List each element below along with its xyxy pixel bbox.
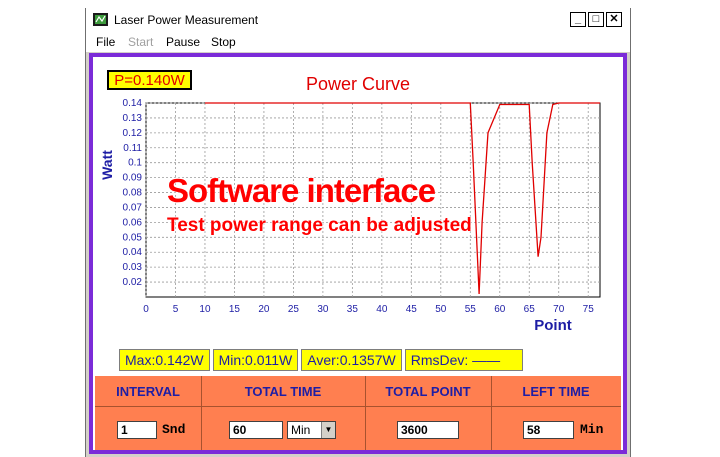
menu-stop[interactable]: Stop	[211, 35, 236, 49]
total-time-header: TOTAL TIME	[244, 384, 322, 399]
x-tick-label: 10	[199, 304, 211, 315]
close-button[interactable]: ✕	[606, 12, 622, 27]
y-tick-label: 0.09	[123, 173, 143, 184]
overlay-headline: Software interface	[167, 172, 436, 209]
control-panel: INTERVAL TOTAL TIME TOTAL POINT LEFT TIM…	[95, 376, 621, 450]
y-tick-label: 0.02	[123, 277, 143, 288]
stat-rmsdev: RmsDev: ——	[404, 349, 523, 371]
menu-bar: File Start Pause Stop	[86, 33, 630, 52]
app-icon	[93, 13, 108, 26]
y-tick-label: 0.03	[123, 262, 143, 273]
y-tick-label: 0.06	[123, 217, 143, 228]
power-readout: P=0.140W	[107, 70, 192, 90]
measurement-panel: 0 5 10 15 20 25 30 35 40 45 50 55 60 65 70 75 0.02 0.03 0.…	[89, 53, 627, 454]
menu-file[interactable]: File	[96, 35, 115, 49]
menu-pause[interactable]: Pause	[166, 35, 200, 49]
x-tick-label: 50	[435, 304, 447, 315]
time-unit-value: Min	[291, 423, 311, 437]
stat-aver: Aver:0.1357W	[301, 349, 402, 371]
y-axis-label: Watt	[99, 150, 115, 180]
x-tick-label: 5	[173, 304, 179, 315]
chart-title: Power Curve	[306, 74, 410, 94]
maximize-button[interactable]: □	[588, 12, 604, 27]
total-point-header: TOTAL POINT	[385, 384, 471, 399]
overlay-subline: Test power range can be adjusted	[167, 215, 472, 236]
y-tick-label: 0.1	[128, 158, 142, 169]
x-tick-label: 55	[465, 304, 477, 315]
x-axis-label: Point	[534, 317, 572, 334]
app-window: Laser Power Measurement _ □ ✕ File Start…	[85, 8, 631, 457]
x-tick-label: 0	[143, 304, 149, 315]
title-bar: Laser Power Measurement _ □ ✕	[86, 8, 630, 33]
chevron-down-icon[interactable]: ▼	[321, 422, 335, 438]
stats-bar: Max:0.142W Min:0.011W Aver:0.1357W RmsDe…	[119, 349, 526, 371]
total-time-input[interactable]: 60	[229, 421, 283, 439]
x-tick-label: 15	[229, 304, 241, 315]
left-time-header: LEFT TIME	[522, 384, 590, 399]
x-tick-label: 45	[406, 304, 418, 315]
interval-unit: Snd	[162, 422, 186, 437]
left-time-unit: Min	[580, 422, 604, 437]
total-point-input[interactable]: 3600	[397, 421, 459, 439]
interval-input[interactable]: 1	[117, 421, 157, 439]
y-tick-label: 0.05	[123, 232, 143, 243]
x-tick-label: 25	[288, 304, 300, 315]
stat-max: Max:0.142W	[119, 349, 210, 371]
control-divider	[95, 406, 621, 407]
stat-min: Min:0.011W	[212, 349, 299, 371]
y-tick-label: 0.11	[123, 143, 142, 154]
x-tick-label: 35	[347, 304, 359, 315]
y-tick-label: 0.07	[123, 202, 143, 213]
minimize-button[interactable]: _	[570, 12, 586, 27]
x-tick-label: 70	[553, 304, 565, 315]
time-unit-select[interactable]: Min ▼	[287, 421, 336, 439]
y-tick-label: 0.04	[123, 247, 143, 258]
y-tick-label: 0.08	[123, 188, 143, 199]
x-tick-label: 60	[494, 304, 506, 315]
window-title: Laser Power Measurement	[114, 13, 259, 27]
x-tick-label: 75	[583, 304, 595, 315]
x-tick-label: 40	[376, 304, 388, 315]
y-tick-label: 0.13	[123, 113, 143, 124]
y-tick-label: 0.14	[123, 98, 143, 109]
menu-start[interactable]: Start	[128, 35, 153, 49]
interval-header: INTERVAL	[116, 384, 180, 399]
left-time-input[interactable]: 58	[523, 421, 574, 439]
x-tick-label: 30	[317, 304, 329, 315]
y-tick-label: 0.12	[123, 128, 143, 139]
x-tick-label: 65	[524, 304, 536, 315]
x-tick-label: 20	[258, 304, 270, 315]
